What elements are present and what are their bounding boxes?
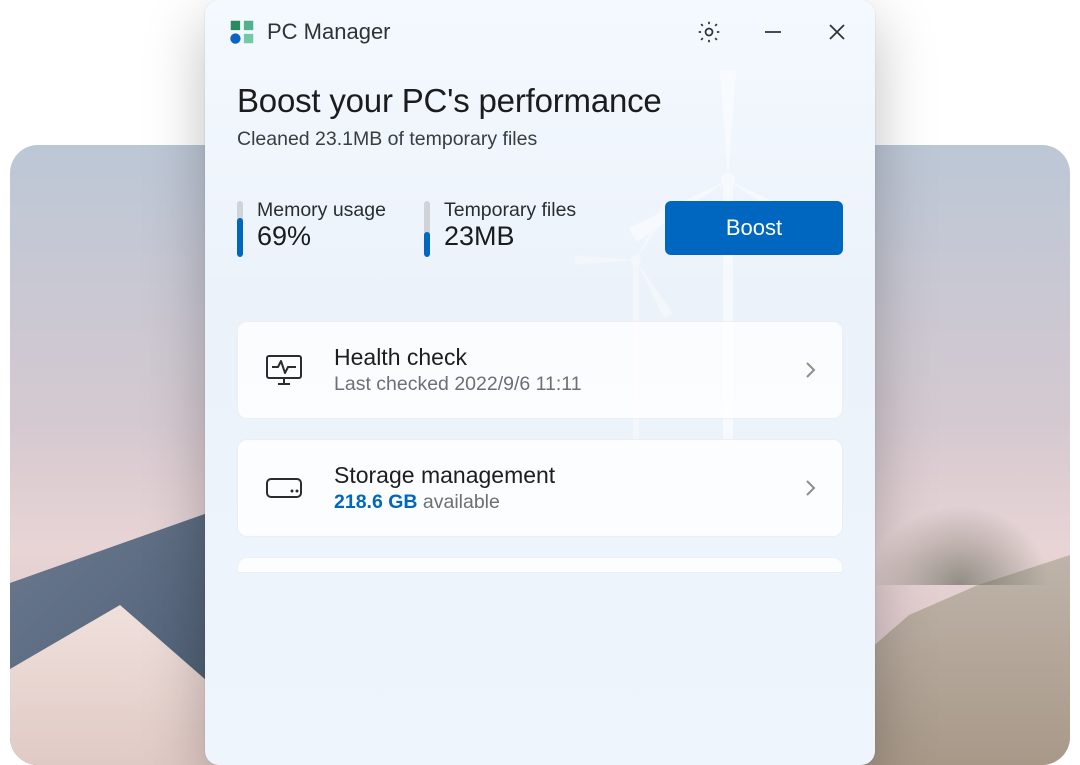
- health-check-title: Health check: [334, 344, 774, 371]
- storage-available-suffix: available: [417, 491, 499, 513]
- memory-bar-fill: [237, 218, 243, 257]
- memory-label: Memory usage: [257, 199, 386, 222]
- app-title: PC Manager: [267, 19, 683, 45]
- temp-bar-fill: [424, 232, 430, 257]
- app-logo-icon: [227, 17, 257, 47]
- headline: Boost your PC's performance: [237, 82, 843, 120]
- chevron-right-icon: [804, 360, 816, 380]
- pc-manager-window: PC Manager Boost your PC's p: [205, 0, 875, 765]
- stats-row: Memory usage 69% Temporary files 23MB Bo…: [237, 199, 843, 257]
- close-icon: [825, 20, 849, 44]
- settings-button[interactable]: [693, 16, 725, 48]
- health-check-card[interactable]: Health check Last checked 2022/9/6 11:11: [237, 321, 843, 419]
- titlebar: PC Manager: [205, 0, 875, 60]
- temp-bar: [424, 201, 430, 257]
- temp-value: 23MB: [444, 221, 576, 252]
- minimize-button[interactable]: [757, 16, 789, 48]
- memory-value: 69%: [257, 221, 386, 252]
- health-check-icon: [264, 350, 304, 390]
- cleanup-status: Cleaned 23.1MB of temporary files: [237, 128, 843, 151]
- boost-button[interactable]: Boost: [665, 201, 843, 255]
- storage-available-value: 218.6 GB: [334, 491, 417, 513]
- temp-files-stat: Temporary files 23MB: [424, 199, 576, 257]
- memory-bar: [237, 201, 243, 257]
- storage-subtitle: 218.6 GB available: [334, 491, 774, 514]
- close-button[interactable]: [821, 16, 853, 48]
- storage-management-card[interactable]: Storage management 218.6 GB available: [237, 439, 843, 537]
- chevron-right-icon: [804, 478, 816, 498]
- temp-label: Temporary files: [444, 199, 576, 222]
- health-check-subtitle: Last checked 2022/9/6 11:11: [334, 373, 774, 396]
- storage-icon: [264, 468, 304, 508]
- card-stub: [237, 557, 843, 573]
- storage-title: Storage management: [334, 462, 774, 489]
- gear-icon: [696, 19, 722, 45]
- minimize-icon: [761, 20, 785, 44]
- memory-usage-stat: Memory usage 69%: [237, 199, 386, 257]
